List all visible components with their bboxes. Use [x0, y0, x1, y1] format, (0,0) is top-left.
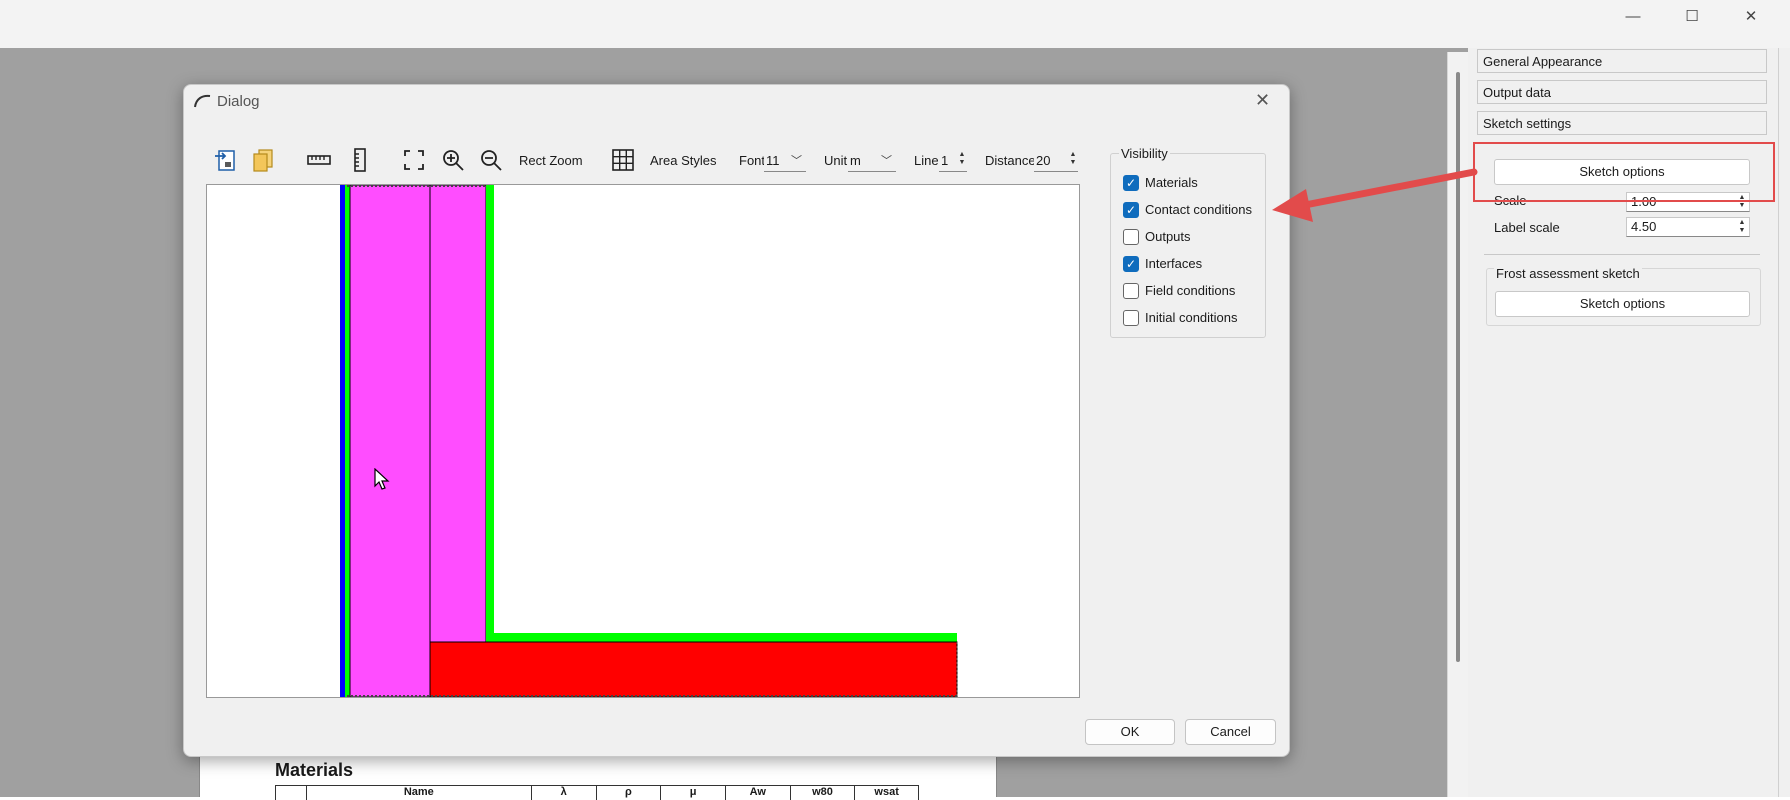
chevron-down-icon: ﹀ [791, 155, 802, 167]
right-panel-edge [1778, 48, 1779, 797]
scrollbar-thumb[interactable] [1456, 72, 1460, 662]
label-scale-value: 4.50 [1631, 219, 1657, 234]
label-scale-spinbox[interactable]: 4.50 ▲ ▼ [1626, 217, 1750, 237]
material-layer-2 [429, 185, 487, 643]
report-materials-table-header: Name λ ρ μ Aw w80 wsat [275, 785, 919, 800]
initial-conditions-checkbox[interactable] [1123, 310, 1139, 326]
ruler-icon[interactable] [307, 148, 331, 172]
import-icon[interactable] [214, 148, 238, 172]
table-header-cell: wsat [874, 786, 899, 798]
panel-separator [1484, 254, 1760, 255]
visibility-title: Visibility [1119, 146, 1170, 161]
area-styles-button[interactable]: Area Styles [650, 153, 716, 168]
interfaces-checkbox-label[interactable]: Interfaces [1145, 256, 1202, 271]
spin-arrows-icon[interactable]: ▲ ▼ [1737, 219, 1747, 235]
table-header-cell: w80 [791, 786, 856, 800]
frost-sketch-options-button[interactable]: Sketch options [1495, 291, 1750, 317]
report-section-title: Materials [275, 760, 354, 780]
font-value: 11 [766, 153, 780, 168]
field-conditions-checkbox[interactable] [1123, 283, 1139, 299]
sketch-drawing [340, 185, 958, 697]
accordion-general-appearance[interactable]: General Appearance [1477, 49, 1767, 73]
frost-group-title: Frost assessment sketch [1494, 266, 1642, 281]
measure-icon[interactable] [348, 148, 372, 172]
outputs-checkbox[interactable] [1123, 229, 1139, 245]
zoom-out-icon[interactable] [479, 148, 503, 172]
rect-zoom-button[interactable]: Rect Zoom [519, 153, 583, 168]
contact-condition-green-bottom [486, 633, 957, 642]
chevron-down-icon: ﹀ [881, 155, 892, 167]
distance-spinbox[interactable]: 20 ▲ ▼ [1034, 150, 1078, 172]
close-window-button[interactable]: ✕ [1728, 6, 1774, 28]
contact-conditions-checkbox[interactable]: ✓ [1123, 202, 1139, 218]
unit-label: Unit [824, 153, 848, 168]
table-header-cell: λ [532, 786, 597, 800]
font-label: Font [739, 153, 766, 168]
workarea-scrollbar[interactable] [1447, 52, 1469, 797]
materials-checkbox-label[interactable]: Materials [1145, 175, 1198, 190]
maximize-button[interactable]: ☐ [1669, 6, 1715, 28]
cancel-button[interactable]: Cancel [1185, 719, 1276, 745]
table-header-cell [276, 786, 307, 800]
sketch-canvas[interactable] [206, 184, 1080, 698]
materials-checkbox[interactable]: ✓ [1123, 175, 1139, 191]
table-header-cell: μ [661, 786, 726, 800]
dialog-close-button[interactable]: ✕ [1255, 90, 1270, 111]
copy-icon[interactable] [251, 148, 275, 172]
interfaces-checkbox[interactable]: ✓ [1123, 256, 1139, 272]
unit-value: m [850, 153, 861, 168]
window-titlebar [0, 0, 1790, 48]
font-combobox[interactable]: 11 ﹀ [764, 150, 806, 172]
distance-label: Distance [985, 153, 1036, 168]
accordion-sketch-settings[interactable]: Sketch settings [1477, 111, 1767, 135]
spin-arrows-icon[interactable]: ▲ ▼ [1068, 151, 1078, 167]
field-conditions-checkbox-label[interactable]: Field conditions [1145, 283, 1235, 298]
contact-condition-blue [340, 185, 345, 697]
annotation-highlight-box [1473, 142, 1775, 202]
distance-value: 20 [1036, 153, 1051, 168]
table-header-cell: Aw [726, 786, 791, 800]
ok-button[interactable]: OK [1085, 719, 1175, 745]
line-value: 1 [941, 153, 949, 168]
contact-conditions-checkbox-label[interactable]: Contact conditions [1145, 202, 1252, 217]
contact-condition-green-inner [486, 185, 494, 637]
material-slab [429, 641, 958, 697]
label-scale-label: Label scale [1494, 220, 1560, 235]
unit-combobox[interactable]: m ﹀ [848, 150, 896, 172]
material-layer-1 [349, 185, 431, 697]
initial-conditions-checkbox-label[interactable]: Initial conditions [1145, 310, 1238, 325]
contact-condition-green-left [345, 185, 350, 697]
accordion-output-data[interactable]: Output data [1477, 80, 1767, 104]
dialog-title: Dialog [217, 93, 260, 110]
line-label: Line [914, 153, 939, 168]
dialog-app-icon [194, 94, 211, 108]
zoom-in-icon[interactable] [441, 148, 465, 172]
mouse-cursor-icon [374, 468, 390, 490]
spin-arrows-icon[interactable]: ▲ ▼ [957, 151, 967, 167]
fit-view-icon[interactable] [402, 148, 426, 172]
grid-icon[interactable] [611, 148, 635, 172]
outputs-checkbox-label[interactable]: Outputs [1145, 229, 1191, 244]
line-spinbox[interactable]: 1 ▲ ▼ [939, 150, 967, 172]
table-header-cell: Name [307, 786, 532, 800]
table-header-cell: ρ [597, 786, 662, 800]
minimize-button[interactable]: — [1610, 6, 1656, 28]
